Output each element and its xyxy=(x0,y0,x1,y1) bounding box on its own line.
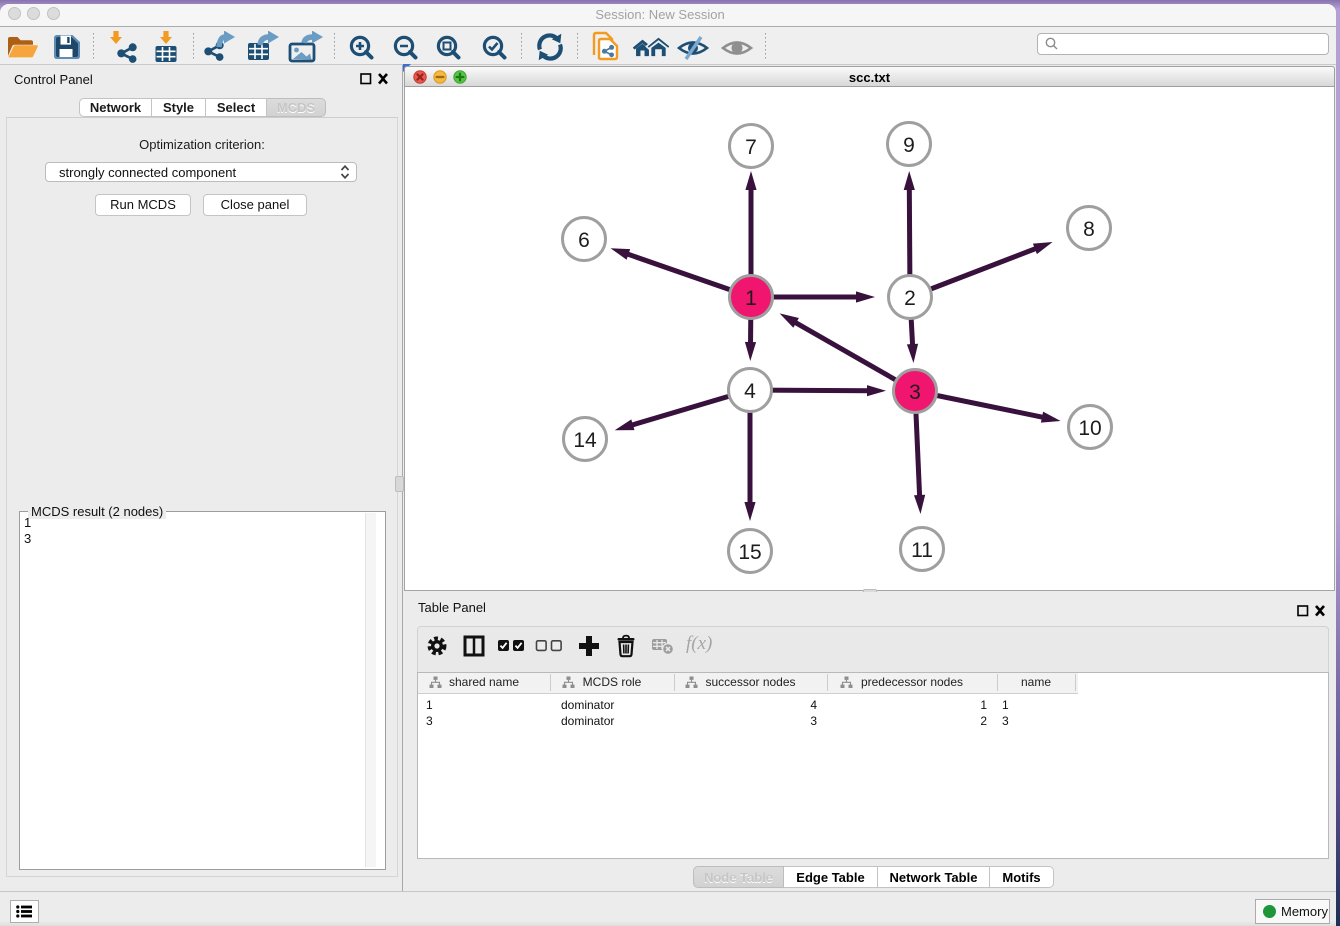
svg-text:11: 11 xyxy=(911,539,933,562)
svg-text:7: 7 xyxy=(745,136,757,159)
svg-text:1: 1 xyxy=(745,287,757,310)
svg-text:14: 14 xyxy=(573,429,597,452)
svg-text:10: 10 xyxy=(1078,417,1101,440)
svg-text:2: 2 xyxy=(904,287,916,310)
svg-text:3: 3 xyxy=(909,381,921,404)
svg-text:6: 6 xyxy=(578,229,590,252)
svg-text:9: 9 xyxy=(903,134,915,157)
svg-text:4: 4 xyxy=(744,380,756,403)
svg-text:8: 8 xyxy=(1083,218,1095,241)
svg-text:15: 15 xyxy=(738,541,761,564)
